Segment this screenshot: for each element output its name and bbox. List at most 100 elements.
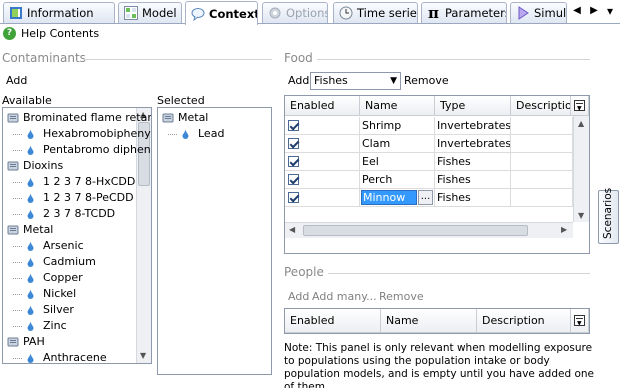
tree-group-label: Dioxins: [23, 159, 64, 172]
food-name-cell[interactable]: Eel: [360, 153, 435, 171]
food-type-cell[interactable]: Fishes: [435, 189, 511, 207]
tab-context[interactable]: Context: [185, 1, 258, 25]
droplet-icon: [27, 304, 34, 320]
scenarios-side-button[interactable]: Scenarios: [598, 187, 619, 244]
droplet-icon: [27, 352, 34, 363]
tab-model[interactable]: Model: [118, 2, 182, 23]
food-name-cell[interactable]: ... Minnow: [360, 189, 435, 207]
food-type-cell[interactable]: Fishes: [435, 171, 511, 189]
people-note: Note: This panel is only relevant when m…: [284, 342, 594, 388]
scroll-up-icon[interactable]: ▲: [578, 119, 584, 128]
droplet-icon: [27, 128, 34, 144]
tab-list-menu-icon[interactable]: ▾: [603, 4, 617, 18]
ellipsis-button[interactable]: ...: [418, 190, 433, 205]
droplet-icon: [182, 128, 189, 144]
food-description-cell[interactable]: [511, 153, 573, 171]
food-description-cell[interactable]: [511, 135, 573, 153]
people-remove-button[interactable]: Remove: [379, 290, 424, 303]
enabled-checkbox-cell[interactable]: [285, 171, 360, 189]
tab-parameters[interactable]: π Parameters: [421, 2, 507, 23]
people-col-enabled[interactable]: Enabled: [285, 309, 381, 333]
food-type-cell[interactable]: Fishes: [435, 153, 511, 171]
food-type-select[interactable]: Fishes ▼: [310, 72, 401, 90]
column-chooser-icon: ▼: [574, 315, 585, 327]
food-type-cell[interactable]: Invertebrates: [435, 135, 511, 153]
selected-tree[interactable]: −MetalLead: [157, 107, 272, 375]
food-grid[interactable]: Enabled Name Type Description ▼ ◀ ▶ ▲ ▼ …: [284, 95, 590, 254]
people-add-many-button[interactable]: Add many...: [312, 290, 377, 303]
food-col-name[interactable]: Name: [360, 96, 435, 116]
scroll-right-icon[interactable]: ▶: [561, 225, 567, 234]
food-grid-hscrollbar[interactable]: ◀ ▶: [285, 222, 573, 238]
food-name: Shrimp: [362, 119, 402, 132]
food-header: Food: [284, 51, 313, 65]
tab-simulate-label: Simula: [534, 6, 567, 20]
help-contents-link[interactable]: ? Help Contents: [3, 27, 99, 40]
tree-connector: [13, 182, 22, 183]
food-add-button[interactable]: Add: [288, 74, 309, 87]
food-type-cell[interactable]: Invertebrates: [435, 117, 511, 135]
available-tree[interactable]: ▲ ▼ −Brominated flame retarHexabromobiph…: [2, 107, 152, 364]
food-type: Fishes: [437, 191, 471, 204]
enabled-checkbox-cell[interactable]: [285, 153, 360, 171]
tree-leaf-label: Zinc: [43, 319, 67, 332]
people-grid[interactable]: Enabled Name Description ▼: [284, 308, 590, 334]
scroll-down-icon[interactable]: ▼: [578, 211, 584, 220]
people-col-description[interactable]: Description: [477, 309, 571, 333]
tab-scroll-left-icon[interactable]: ◀: [571, 5, 583, 16]
food-remove-button[interactable]: Remove: [404, 74, 449, 87]
speech-bubble-icon: [190, 6, 205, 21]
tree-connector: [13, 246, 22, 247]
food-name-cell[interactable]: Perch: [360, 171, 435, 189]
droplet-icon: [27, 176, 34, 192]
scenarios-label: Scenarios: [602, 187, 614, 239]
food-col-enabled[interactable]: Enabled: [285, 96, 360, 116]
enabled-checkbox[interactable]: [288, 156, 299, 167]
column-chooser-icon: ▼: [574, 100, 585, 112]
play-triangle-icon: [515, 6, 530, 21]
droplet-icon: [27, 240, 34, 256]
food-name[interactable]: Minnow: [361, 190, 417, 205]
scroll-left-icon[interactable]: ◀: [289, 225, 295, 234]
scroll-down-icon[interactable]: ▼: [140, 351, 146, 360]
enabled-checkbox[interactable]: [288, 192, 299, 203]
contaminants-add-button[interactable]: Add: [6, 74, 27, 87]
enabled-checkbox[interactable]: [288, 120, 299, 131]
tree-leaf-label: 1 2 3 7 8-HxCDD: [43, 175, 136, 188]
people-add-button[interactable]: Add: [288, 290, 309, 303]
enabled-checkbox-cell[interactable]: [285, 117, 360, 135]
food-description-cell[interactable]: [511, 117, 573, 135]
column-chooser-button[interactable]: ▼: [571, 96, 589, 116]
enabled-checkbox-cell[interactable]: [285, 189, 360, 207]
tree-leaf-label: 1 2 3 7 8-PeCDD: [43, 191, 134, 204]
food-col-type[interactable]: Type: [435, 96, 511, 116]
food-description-cell[interactable]: [511, 189, 573, 207]
people-col-name[interactable]: Name: [381, 309, 477, 333]
tab-time-series[interactable]: Time series: [333, 2, 418, 23]
people-column-chooser-button[interactable]: ▼: [571, 309, 589, 333]
enabled-checkbox[interactable]: [288, 174, 299, 185]
tree-connector: [13, 150, 22, 151]
droplet-icon: [27, 192, 34, 208]
droplet-icon: [27, 288, 34, 304]
food-name-cell[interactable]: Clam: [360, 135, 435, 153]
enabled-checkbox-cell[interactable]: [285, 135, 360, 153]
hscrollbar-thumb[interactable]: [303, 225, 528, 236]
droplet-icon: [27, 272, 34, 288]
food-name: Perch: [362, 173, 393, 186]
group-folder-icon: [7, 336, 19, 353]
food-col-description[interactable]: Description: [511, 96, 571, 116]
tab-simulate[interactable]: Simula: [510, 2, 567, 23]
tab-information[interactable]: Information: [3, 2, 115, 23]
tree-group-label: PAH: [23, 335, 45, 348]
tab-options[interactable]: Options: [262, 2, 328, 23]
food-grid-vscrollbar[interactable]: ▲ ▼: [573, 116, 589, 222]
enabled-checkbox[interactable]: [288, 138, 299, 149]
food-description-cell[interactable]: [511, 171, 573, 189]
selected-label: Selected: [157, 94, 205, 107]
food-name-cell[interactable]: Shrimp: [360, 117, 435, 135]
tree-group-label: Metal: [178, 111, 209, 124]
tree-leaf-label: Nickel: [43, 287, 77, 300]
contaminants-header: Contaminants: [2, 51, 86, 65]
tab-scroll-right-icon[interactable]: ▶: [588, 5, 600, 16]
